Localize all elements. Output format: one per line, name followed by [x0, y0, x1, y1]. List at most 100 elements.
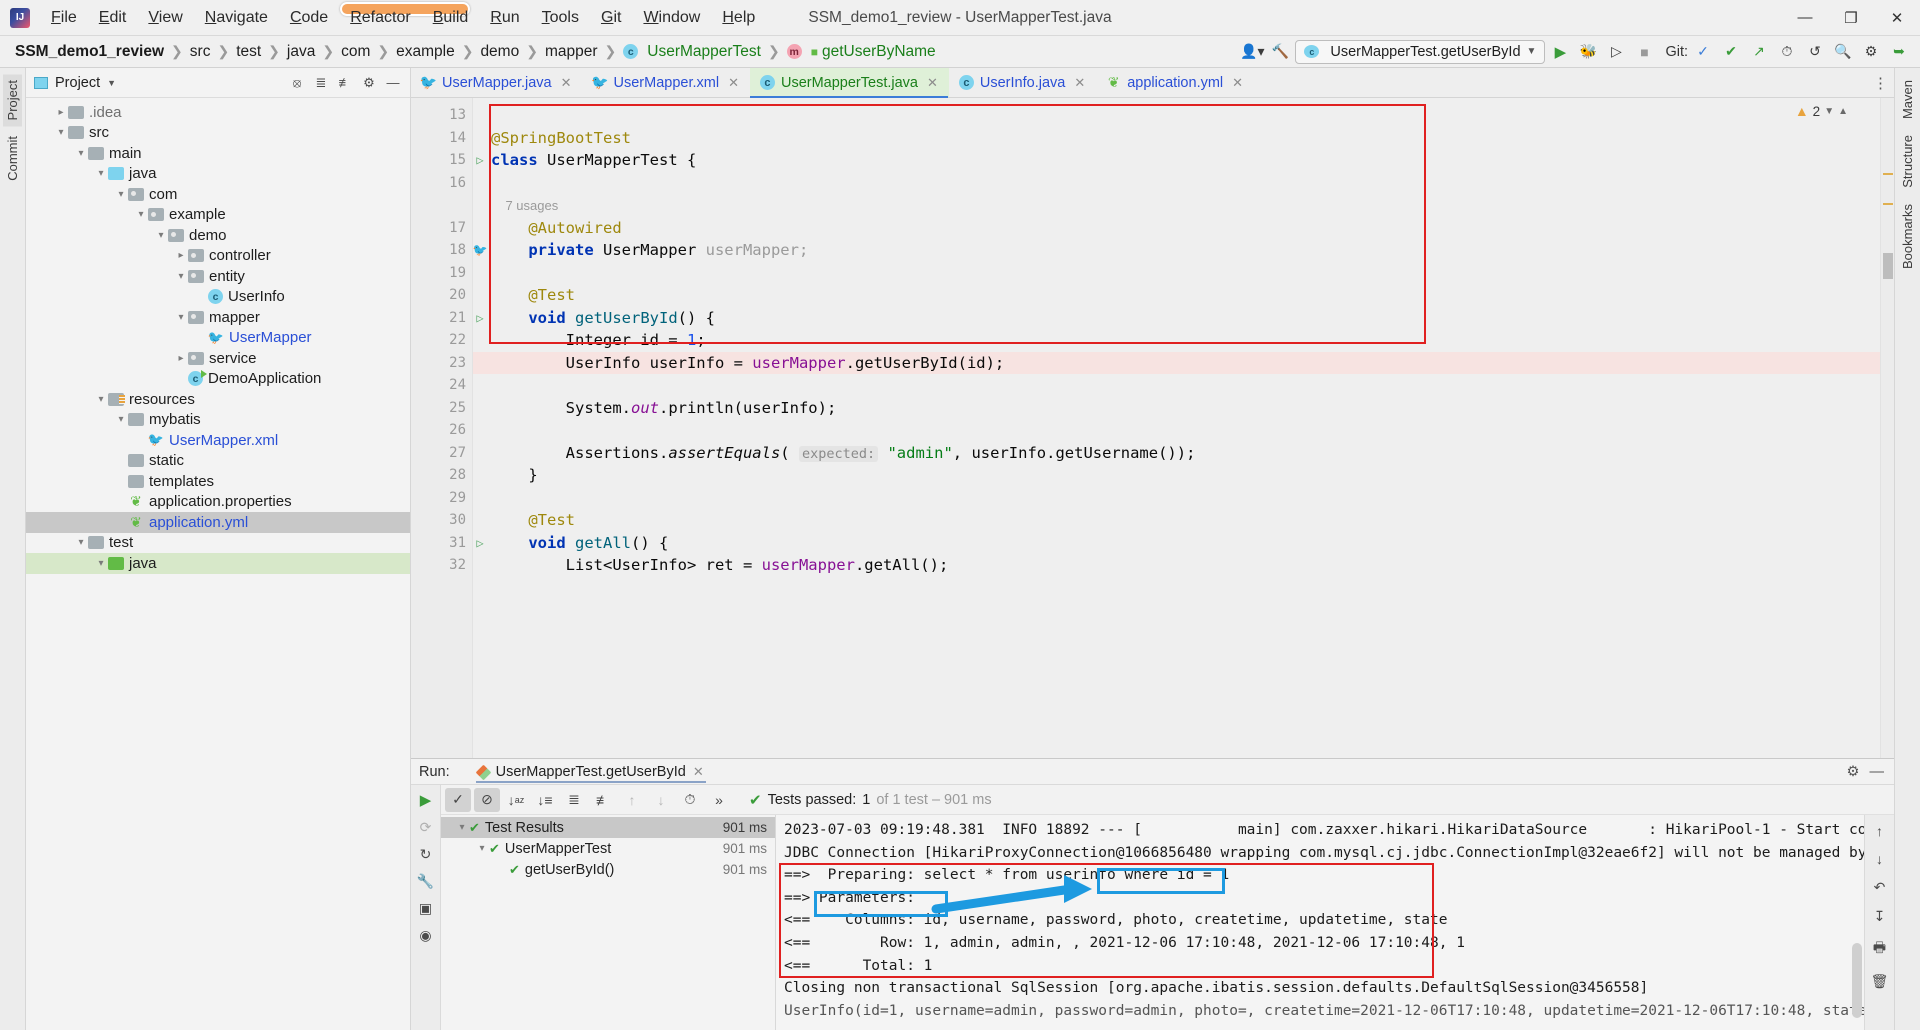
gear-icon[interactable]: ⚙	[358, 72, 380, 94]
hide-icon[interactable]: —	[1870, 764, 1895, 780]
menu-edit[interactable]: Edit	[88, 5, 138, 31]
tree-node-src[interactable]: ▾ src	[26, 123, 410, 144]
test-results-tree[interactable]: ▾ ✔ Test Results 901 ms ▾ ✔ UserMapperTest 901 …	[441, 815, 776, 1030]
toggle-auto-test-icon[interactable]: ↻	[420, 846, 432, 863]
test-tree-node-test-results[interactable]: ▾ ✔ Test Results 901 ms	[441, 817, 775, 838]
chevron-down-icon[interactable]: ▾	[154, 230, 168, 241]
chevron-down-icon[interactable]: ▾	[174, 312, 188, 323]
scrollbar-thumb[interactable]	[1883, 253, 1893, 279]
tree-node-userinfo[interactable]: c UserInfo	[26, 287, 410, 308]
rerun-failed-icon[interactable]: ⟳	[420, 819, 432, 836]
editor-scrollbar[interactable]	[1880, 98, 1894, 758]
print-icon[interactable]: 🖶	[1873, 937, 1886, 961]
maximize-button[interactable]: ❐	[1828, 1, 1874, 35]
run-icon[interactable]: ▶	[1547, 40, 1573, 64]
menu-tools[interactable]: Tools	[531, 5, 590, 31]
breadcrumb-java[interactable]: java	[282, 41, 320, 63]
chevron-down-icon[interactable]: ▾	[455, 822, 469, 833]
test-tree-node-usermappertest[interactable]: ▾ ✔ UserMapperTest 901 ms	[441, 838, 775, 859]
tree-node-service[interactable]: ▸ service	[26, 348, 410, 369]
menu-code[interactable]: Code	[279, 5, 339, 31]
breadcrumb-project[interactable]: SSM_demo1_review	[10, 41, 169, 63]
chevron-down-icon[interactable]: ▾	[94, 394, 108, 405]
run-configuration-selector[interactable]: c UserMapperTest.getUserById ▼	[1295, 39, 1546, 64]
breadcrumb-com[interactable]: com	[336, 41, 375, 63]
menu-run[interactable]: Run	[479, 5, 530, 31]
code-content[interactable]: @SpringBootTest class UserMapperTest { 7 …	[473, 98, 1880, 758]
inspection-widget[interactable]: ▲ 2 ▼ ▲	[1795, 103, 1848, 119]
scrollbar-thumb[interactable]	[1852, 943, 1862, 1018]
editor-tab-overflow[interactable]: ⋮	[1873, 68, 1894, 97]
sidebar-item-commit[interactable]: Commit	[3, 130, 22, 187]
tree-node-test[interactable]: ▾ test	[26, 533, 410, 554]
scroll-to-end-icon[interactable]: ↧	[1874, 908, 1886, 925]
chevron-down-icon[interactable]: ▼	[107, 78, 116, 88]
sidebar-item-structure[interactable]: Structure	[1898, 129, 1917, 194]
sort-by-duration-icon[interactable]: ↓≡	[532, 788, 558, 812]
chevron-down-icon[interactable]: ▾	[74, 537, 88, 548]
checkmark-icon[interactable]: ✔	[1718, 40, 1744, 64]
commit-icon[interactable]: ✓	[1690, 40, 1716, 64]
chevron-down-icon[interactable]: ▾	[94, 168, 108, 179]
console-output[interactable]: 2023-07-03 09:19:48.381 INFO 18892 --- […	[776, 815, 1864, 1030]
editor-tab-usermapper-xml[interactable]: 🐦 UserMapper.xml ✕	[583, 68, 750, 97]
chevron-right-icon[interactable]: ▸	[174, 250, 188, 261]
locate-icon[interactable]: ⦻	[286, 72, 308, 94]
editor-tab-usermapper-java[interactable]: 🐦 UserMapper.java ✕	[411, 68, 583, 97]
run-tab[interactable]: UserMapperTest.getUserById ✕	[468, 761, 714, 783]
chevron-down-icon[interactable]: ▼	[1824, 106, 1834, 117]
chevron-right-icon[interactable]: ▸	[174, 353, 188, 364]
chevron-down-icon[interactable]: ▾	[74, 148, 88, 159]
collapse-all-icon[interactable]: ≢	[334, 72, 356, 94]
chevron-down-icon[interactable]: ▾	[114, 189, 128, 200]
chevron-down-icon[interactable]: ▾	[54, 127, 68, 138]
tree-node-templates[interactable]: templates	[26, 471, 410, 492]
hammer-icon[interactable]: 🔨	[1267, 40, 1293, 64]
test-history-icon[interactable]: ⏱	[677, 788, 703, 812]
breadcrumb-class[interactable]: c UserMapperTest	[618, 41, 766, 63]
menu-window[interactable]: Window	[632, 5, 711, 31]
close-icon[interactable]: ✕	[728, 75, 739, 91]
chevron-down-icon[interactable]: ▾	[174, 271, 188, 282]
run-with-coverage-icon[interactable]: ▷	[1603, 40, 1629, 64]
sidebar-item-project[interactable]: Project	[3, 74, 22, 127]
close-icon[interactable]: ✕	[1074, 75, 1085, 91]
pin-icon[interactable]: ▣	[419, 900, 432, 917]
breadcrumb-example[interactable]: example	[391, 41, 460, 63]
scroll-down-icon[interactable]: ↓	[1876, 851, 1883, 867]
undo-icon[interactable]: ↺	[1802, 40, 1828, 64]
close-icon[interactable]: ✕	[561, 75, 572, 91]
tree-node-demoapplication[interactable]: c DemoApplication	[26, 369, 410, 390]
push-icon[interactable]: ↗	[1746, 40, 1772, 64]
wrench-icon[interactable]: 🔧	[417, 873, 434, 890]
menu-build[interactable]: Build	[422, 5, 480, 31]
editor-gutter[interactable]: 13 14 15▷ 16 17 18🐦 19 20 21▷ 22 23● 24 25 26 27 28 29 30…	[411, 98, 487, 758]
camera-icon[interactable]: ◉	[419, 927, 431, 944]
breadcrumb-mapper[interactable]: mapper	[540, 41, 603, 63]
tree-node-static[interactable]: static	[26, 451, 410, 472]
chevron-down-icon[interactable]: ▾	[134, 209, 148, 220]
console-scrollbar[interactable]	[1852, 819, 1862, 1026]
tree-node-usermapper[interactable]: 🐦 UserMapper	[26, 328, 410, 349]
settings-icon[interactable]: ⚙	[1858, 40, 1884, 64]
tree-node-java[interactable]: ▾ java	[26, 164, 410, 185]
close-icon[interactable]: ✕	[1232, 75, 1243, 91]
chevron-down-icon[interactable]: ▾	[475, 843, 489, 854]
tree-node-application-properties[interactable]: ❦ application.properties	[26, 492, 410, 513]
tree-node-com[interactable]: ▾ com	[26, 184, 410, 205]
scroll-up-icon[interactable]: ↑	[1876, 823, 1883, 839]
hide-icon[interactable]: —	[382, 72, 404, 94]
menu-help[interactable]: Help	[711, 5, 766, 31]
chevron-up-icon[interactable]: ▲	[1838, 106, 1848, 117]
menu-file[interactable]: File	[40, 5, 88, 31]
expand-all-icon[interactable]: ≣	[310, 72, 332, 94]
next-failed-icon[interactable]: ↓	[648, 788, 674, 812]
sidebar-item-maven[interactable]: Maven	[1898, 74, 1917, 125]
close-icon[interactable]: ✕	[693, 764, 704, 780]
tree-node-controller[interactable]: ▸ controller	[26, 246, 410, 267]
prev-failed-icon[interactable]: ↑	[619, 788, 645, 812]
tree-node-usermapper-xml[interactable]: 🐦 UserMapper.xml	[26, 430, 410, 451]
trash-icon[interactable]: 🗑	[1871, 973, 1889, 990]
show-passed-icon[interactable]: ✓	[445, 787, 471, 812]
menu-refactor[interactable]: Refactor	[339, 5, 421, 31]
